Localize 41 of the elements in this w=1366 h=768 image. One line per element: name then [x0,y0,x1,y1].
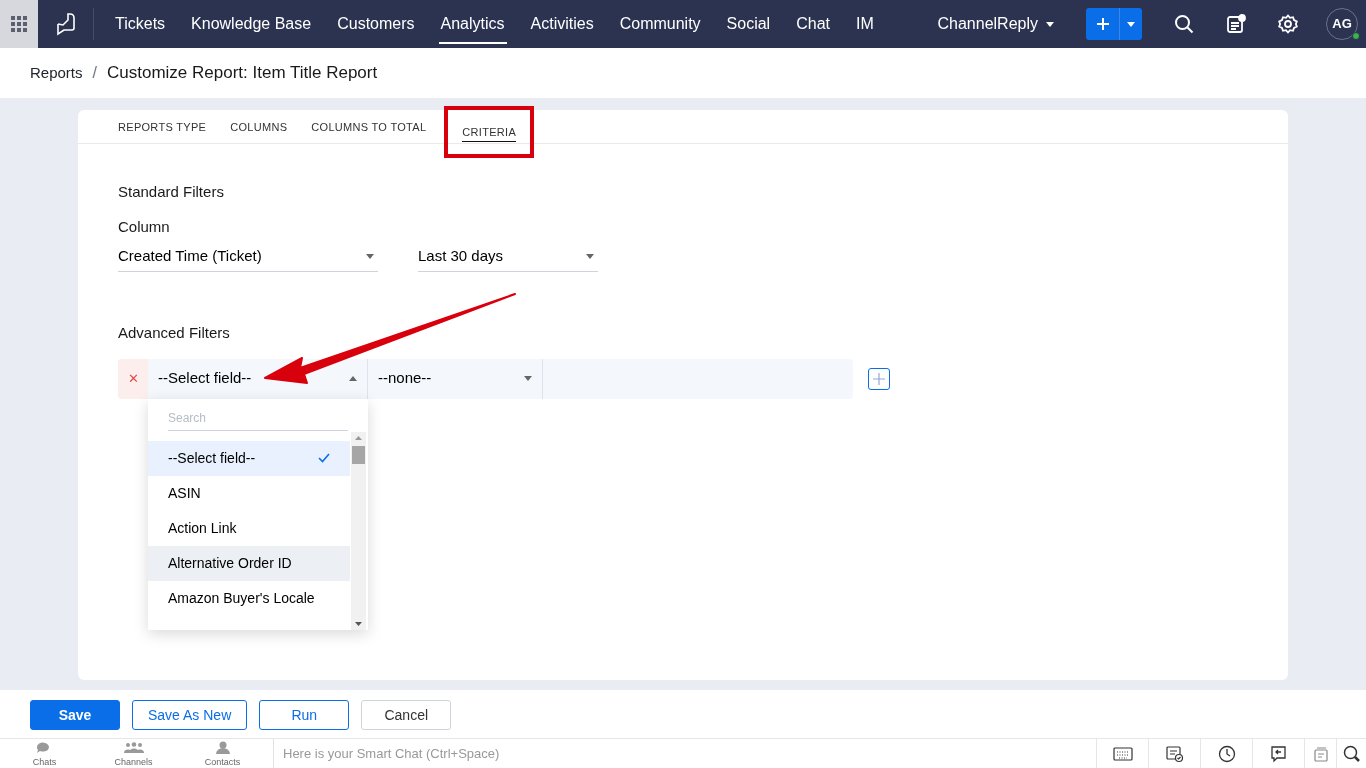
add-filter-button[interactable] [868,367,890,390]
chat-bar-tab[interactable]: Chats [0,740,89,767]
section-title: Standard Filters [118,182,225,202]
save-button[interactable]: Save [30,700,120,730]
scrollbar[interactable] [351,431,366,630]
column-dropdown[interactable]: Created Time (Ticket) [118,242,378,272]
chat-bar-tab[interactable]: Contacts [178,740,267,767]
section-title: Advanced Filters [118,323,231,343]
report-tab[interactable]: REPORTS TYPE [106,110,219,144]
nav-tab[interactable]: Customers [324,0,428,48]
breadcrumb-link[interactable]: Reports [30,61,83,85]
nav-tab[interactable]: Tickets [102,0,179,48]
chat-bar-tab[interactable]: Channels [89,740,178,767]
check-icon [318,453,330,463]
apps-icon[interactable] [11,16,27,32]
nav-tab[interactable]: Analytics [427,0,518,48]
field-label: Column [118,216,171,237]
cancel-button[interactable]: Cancel [361,700,452,730]
plus-icon [873,372,885,385]
channels-icon [123,740,144,754]
nav-tab[interactable]: IM [842,0,887,48]
dropdown-option[interactable]: --Select field-- [148,440,350,476]
dropdown-option[interactable]: Alternative Order ID [148,545,350,581]
page-title: Customize Report: Item Title Report [107,62,378,85]
report-tab[interactable]: COLUMNS [218,110,300,144]
report-tab[interactable]: COLUMNS TO TOTAL [299,110,439,144]
nav-tab[interactable]: Activities [517,0,607,48]
report-tab[interactable]: CRITERIA [446,108,533,156]
nav-tab[interactable]: Social [713,0,784,48]
portal-selector[interactable]: ChannelReply [931,11,1060,37]
nav-tab[interactable]: Knowledge Base [178,0,325,48]
nav-tab[interactable]: Chat [783,0,843,48]
action-button[interactable]: Run [259,700,350,730]
remove-button[interactable]: ✕ [118,358,148,399]
breadcrumb-separator: / [92,63,97,83]
plus-icon [1095,17,1110,31]
nav-tab[interactable]: Community [606,0,714,48]
period-dropdown[interactable]: Last 30 days [418,242,598,272]
logo-icon[interactable] [54,12,77,36]
action-button[interactable]: Save As New [132,700,248,730]
operator-dropdown[interactable]: --none-- [368,358,543,399]
